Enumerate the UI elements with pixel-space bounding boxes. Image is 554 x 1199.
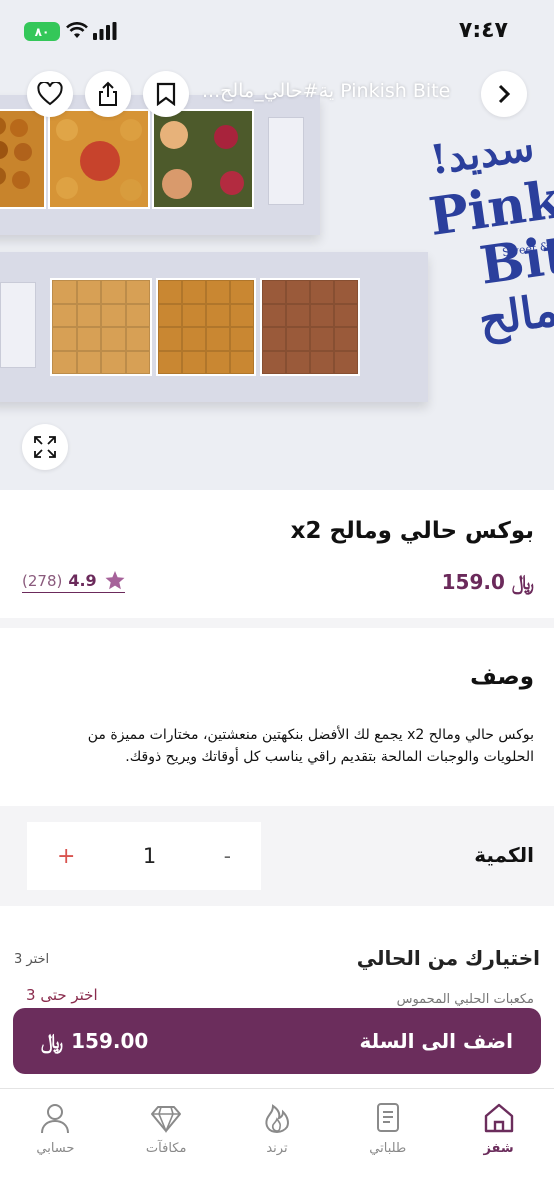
expand-icon xyxy=(34,436,56,458)
tray-card xyxy=(268,117,304,205)
expand-image-button[interactable] xyxy=(22,424,68,470)
battery-icon: ٨٠ xyxy=(24,22,60,41)
description-heading: وصف xyxy=(470,664,534,690)
price-value: 159.0 xyxy=(441,570,505,594)
quantity-section: الكمية + 1 - xyxy=(0,806,554,906)
nav-label: شفز xyxy=(483,1141,514,1156)
nav-label: طلباتي xyxy=(369,1141,407,1156)
image-caption: ...ية#حالي_مالح Pinkish Bite xyxy=(202,80,451,102)
honey-cake-box xyxy=(156,278,256,376)
trend-icon xyxy=(265,1104,289,1134)
rewards-icon xyxy=(151,1106,182,1134)
product-image[interactable]: !سديد Pink Bit Sweet & مالح xyxy=(0,0,554,490)
nav-label: حسابي xyxy=(36,1141,75,1156)
home-icon xyxy=(484,1103,513,1133)
rating-value: 4.9 xyxy=(68,571,97,590)
share-icon xyxy=(99,81,117,106)
salad-pastries-box xyxy=(48,109,150,209)
signal-icon xyxy=(93,22,117,40)
options-up-to: اختر حتى 3 xyxy=(26,986,98,1004)
rating-link[interactable]: (278) 4.9 xyxy=(22,571,125,593)
status-bar: ٧:٤٧ ٨٠ xyxy=(0,0,554,62)
tray-card xyxy=(0,282,36,368)
description-text: بوكس حالي ومالح x2 يجمع لك الأفضل بنكهتي… xyxy=(87,727,534,765)
add-to-cart-button[interactable]: ﷼ 159.00 اضف الى السلة xyxy=(13,1008,541,1074)
riyal-icon: ﷼ xyxy=(511,570,534,594)
fried-pastries-box xyxy=(0,109,46,209)
status-time: ٧:٤٧ xyxy=(458,18,508,43)
options-title: اختيارك من الحالي xyxy=(356,946,540,970)
account-icon xyxy=(41,1104,70,1134)
quantity-label: الكمية xyxy=(474,843,534,867)
options-pick-count: اختر 3 xyxy=(14,952,50,967)
basbousa-box xyxy=(50,278,152,376)
riyal-icon: ﷼ xyxy=(41,1029,64,1053)
description-section: وصف بوكس حالي ومالح x2 يجمع لك الأفضل بن… xyxy=(0,628,554,806)
heart-icon xyxy=(37,82,63,106)
section-divider xyxy=(0,618,554,628)
bookmark-button[interactable] xyxy=(143,71,189,117)
nav-item-orders[interactable]: طلباتي xyxy=(343,1101,433,1199)
nav-label: ترند xyxy=(266,1141,288,1156)
nav-label: مكافآت xyxy=(145,1141,187,1156)
battery-level: ٨٠ xyxy=(34,24,50,39)
options-section: اختيارك من الحالي اختر 3 اختر حتى 3 مكعب… xyxy=(0,906,554,1106)
nav-item-rewards[interactable]: مكافآت xyxy=(121,1101,211,1199)
nav-item-trend[interactable]: ترند xyxy=(232,1101,322,1199)
quantity-plus-button[interactable]: + xyxy=(57,844,75,869)
quantity-minus-button[interactable]: - xyxy=(224,844,231,868)
product-header: بوكس حالي ومالح x2 ﷼ 159.0 (278) 4.9 xyxy=(0,490,554,618)
chevron-right-icon xyxy=(498,84,511,104)
cart-label: اضف الى السلة xyxy=(359,1029,513,1053)
tray-bottom xyxy=(0,252,428,402)
wifi-icon xyxy=(66,22,88,38)
back-button[interactable] xyxy=(481,71,527,117)
share-button[interactable] xyxy=(85,71,131,117)
favorite-button[interactable] xyxy=(27,71,73,117)
nav-item-home[interactable]: شفز xyxy=(454,1101,544,1199)
bookmark-icon xyxy=(156,82,176,106)
quantity-stepper: + 1 - xyxy=(27,822,261,890)
star-icon xyxy=(105,571,125,590)
tiramisu-box xyxy=(260,278,360,376)
rating-count: (278) xyxy=(22,571,63,590)
quantity-value: 1 xyxy=(142,844,157,868)
bottom-nav: شفز طلباتي ترند مكافآت حسابي xyxy=(0,1088,554,1199)
nav-item-account[interactable]: حسابي xyxy=(10,1101,100,1199)
cart-price-value: 159.00 xyxy=(71,1029,149,1053)
cart-price: ﷼ 159.00 xyxy=(41,1029,148,1053)
brand-art-line: مالح xyxy=(476,284,554,347)
product-title: بوكس حالي ومالح x2 xyxy=(290,518,534,544)
orders-icon xyxy=(376,1103,399,1132)
figs-box xyxy=(152,109,254,209)
option-item[interactable]: مكعبات الحلبي المحموس xyxy=(397,992,534,1007)
